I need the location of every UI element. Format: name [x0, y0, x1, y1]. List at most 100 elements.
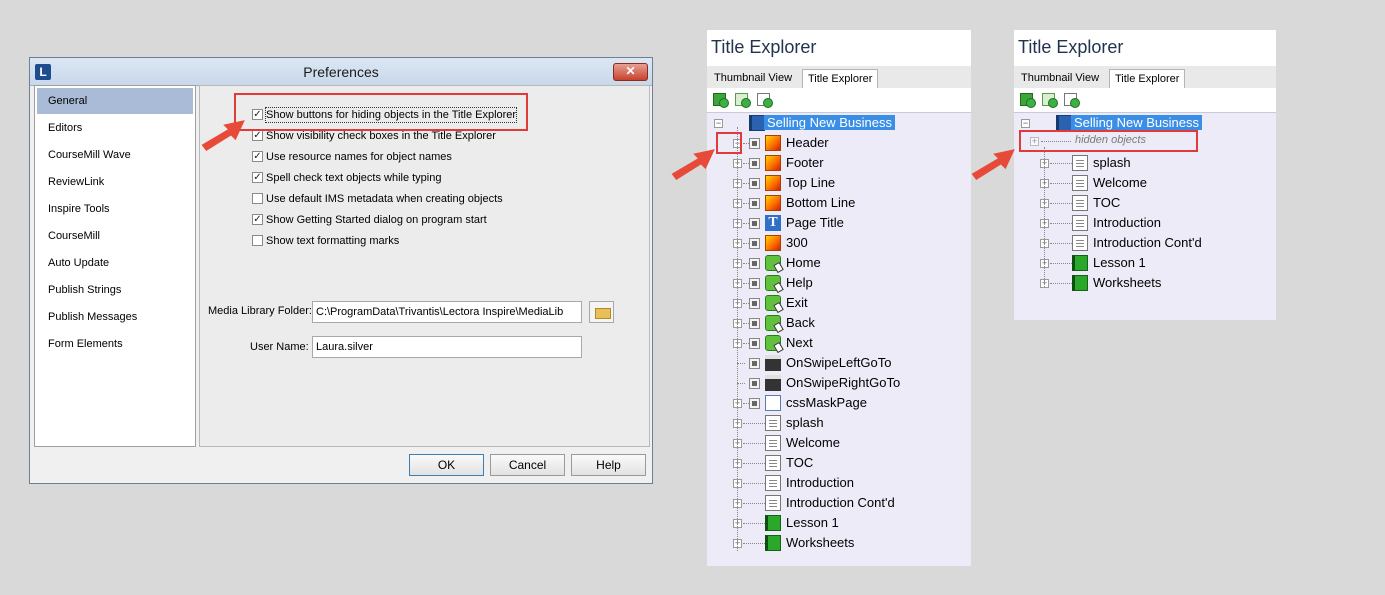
tree-item[interactable]: + Introduction — [707, 473, 971, 493]
tree-root-row[interactable]: − Selling New Business — [707, 113, 971, 133]
dialog-title-bar[interactable]: L Preferences ✕ — [30, 58, 652, 86]
ok-button[interactable]: OK — [409, 454, 484, 476]
tree-item[interactable]: + Lesson 1 — [1014, 253, 1276, 273]
visibility-toggle-icon[interactable] — [749, 218, 760, 229]
add-chapter-icon[interactable] — [1020, 93, 1036, 108]
sidebar-item-reviewlink[interactable]: ReviewLink — [37, 169, 193, 195]
visibility-toggle-icon[interactable] — [749, 198, 760, 209]
tree-item-label[interactable]: Lesson 1 — [786, 515, 839, 530]
add-section-icon[interactable] — [735, 93, 751, 108]
tree-item-label[interactable]: Exit — [786, 295, 808, 310]
tree-item-label[interactable]: TOC — [786, 455, 813, 470]
tree-item-label[interactable]: Introduction Cont'd — [786, 495, 895, 510]
tree-item-label[interactable]: splash — [1093, 155, 1131, 170]
tree-item-label[interactable]: Help — [786, 275, 813, 290]
tree-item[interactable]: + Worksheets — [707, 533, 971, 553]
tree-item-label[interactable]: Back — [786, 315, 815, 330]
media-library-field[interactable]: C:\ProgramData\Trivantis\Lectora Inspire… — [312, 301, 582, 323]
tree-item-label[interactable]: Introduction — [1093, 215, 1161, 230]
visibility-toggle-icon[interactable] — [749, 318, 760, 329]
tab-thumbnail-view[interactable]: Thumbnail View — [709, 69, 797, 88]
tree-item[interactable]: + Introduction Cont'd — [707, 493, 971, 513]
visibility-toggle-icon[interactable] — [749, 238, 760, 249]
add-page-icon[interactable] — [1064, 93, 1080, 108]
visibility-toggle-icon[interactable] — [749, 258, 760, 269]
tree-item-label[interactable]: Welcome — [786, 435, 840, 450]
sidebar-item-editors[interactable]: Editors — [37, 115, 193, 141]
tree-item-label[interactable]: Footer — [786, 155, 824, 170]
tree-item-label[interactable]: Introduction Cont'd — [1093, 235, 1202, 250]
tree-item[interactable]: + Exit — [707, 293, 971, 313]
visibility-toggle-icon[interactable] — [749, 338, 760, 349]
tree-item-label[interactable]: Welcome — [1093, 175, 1147, 190]
add-chapter-icon[interactable] — [713, 93, 729, 108]
tree-item[interactable]: + splash — [707, 413, 971, 433]
tree-item-label[interactable]: 300 — [786, 235, 808, 250]
collapse-toggle-icon[interactable]: − — [714, 119, 723, 128]
visibility-toggle-icon[interactable] — [749, 158, 760, 169]
tree-item[interactable]: + Home — [707, 253, 971, 273]
tree-item-label[interactable]: Header — [786, 135, 829, 150]
tab-thumbnail-view[interactable]: Thumbnail View — [1016, 69, 1104, 88]
cancel-button[interactable]: Cancel — [490, 454, 565, 476]
tree-item[interactable]: + Introduction Cont'd — [1014, 233, 1276, 253]
tree-item[interactable]: + cssMaskPage — [707, 393, 971, 413]
collapse-toggle-icon[interactable]: − — [1021, 119, 1030, 128]
visibility-toggle-icon[interactable] — [749, 298, 760, 309]
tree-item-label[interactable]: Worksheets — [786, 535, 854, 550]
checkbox-checked[interactable]: ✓ — [252, 151, 263, 162]
visibility-toggle-icon[interactable] — [749, 398, 760, 409]
tree-item-label[interactable]: Lesson 1 — [1093, 255, 1146, 270]
tree-root-label[interactable]: Selling New Business — [764, 115, 896, 130]
tree-item[interactable]: + Worksheets — [1014, 273, 1276, 293]
visibility-toggle-icon[interactable] — [749, 358, 760, 369]
tree-item[interactable]: + Lesson 1 — [707, 513, 971, 533]
close-button[interactable]: ✕ — [613, 63, 648, 81]
tree-item-label[interactable]: Bottom Line — [786, 195, 855, 210]
sidebar-item-publish-messages[interactable]: Publish Messages — [37, 304, 193, 330]
tree-item[interactable]: +300 — [707, 233, 971, 253]
visibility-toggle-icon[interactable] — [749, 138, 760, 149]
tree-item[interactable]: + Back — [707, 313, 971, 333]
tree-item[interactable]: + Welcome — [1014, 173, 1276, 193]
tab-title-explorer[interactable]: Title Explorer — [1109, 69, 1186, 88]
tree-item-label[interactable]: Worksheets — [1093, 275, 1161, 290]
tree-item[interactable]: + Help — [707, 273, 971, 293]
add-section-icon[interactable] — [1042, 93, 1058, 108]
tree-item[interactable]: + Bottom Line — [707, 193, 971, 213]
sidebar-item-inspire-tools[interactable]: Inspire Tools — [37, 196, 193, 222]
visibility-toggle-icon[interactable] — [749, 378, 760, 389]
tree-item-label[interactable]: OnSwipeRightGoTo — [786, 375, 900, 390]
tree-item[interactable]: + Welcome — [707, 433, 971, 453]
visibility-toggle-icon[interactable] — [749, 278, 760, 289]
visibility-toggle-icon[interactable] — [749, 178, 760, 189]
sidebar-item-coursemill[interactable]: CourseMill — [37, 223, 193, 249]
tree-item[interactable]: + Next — [707, 333, 971, 353]
sidebar-item-general[interactable]: General — [37, 88, 193, 114]
tree-item-label[interactable]: TOC — [1093, 195, 1120, 210]
help-button[interactable]: Help — [571, 454, 646, 476]
tree-item[interactable]: + TOC — [707, 453, 971, 473]
sidebar-item-form-elements[interactable]: Form Elements — [37, 331, 193, 357]
tree-item-label[interactable]: splash — [786, 415, 824, 430]
sidebar-item-coursemill-wave[interactable]: CourseMill Wave — [37, 142, 193, 168]
tree-item-label[interactable]: cssMaskPage — [786, 395, 867, 410]
sidebar-item-auto-update[interactable]: Auto Update — [37, 250, 193, 276]
sidebar-item-publish-strings[interactable]: Publish Strings — [37, 277, 193, 303]
tree-root-label[interactable]: Selling New Business — [1071, 115, 1203, 130]
user-name-field[interactable]: Laura.silver — [312, 336, 582, 358]
checkbox-unchecked[interactable] — [252, 193, 263, 204]
tree-item-label[interactable]: Home — [786, 255, 821, 270]
tab-title-explorer[interactable]: Title Explorer — [802, 69, 879, 88]
tree-item-label[interactable]: Introduction — [786, 475, 854, 490]
tree-item[interactable]: + Top Line — [707, 173, 971, 193]
tree-item[interactable]: + Introduction — [1014, 213, 1276, 233]
checkbox-checked[interactable]: ✓ — [252, 172, 263, 183]
tree-item[interactable]: OnSwipeRightGoTo — [707, 373, 971, 393]
tree-item[interactable]: + Footer — [707, 153, 971, 173]
checkbox-checked[interactable]: ✓ — [252, 214, 263, 225]
tree-item[interactable]: + splash — [1014, 153, 1276, 173]
tree-item-label[interactable]: OnSwipeLeftGoTo — [786, 355, 892, 370]
checkbox-unchecked[interactable] — [252, 235, 263, 246]
tree-item[interactable]: + TOC — [1014, 193, 1276, 213]
